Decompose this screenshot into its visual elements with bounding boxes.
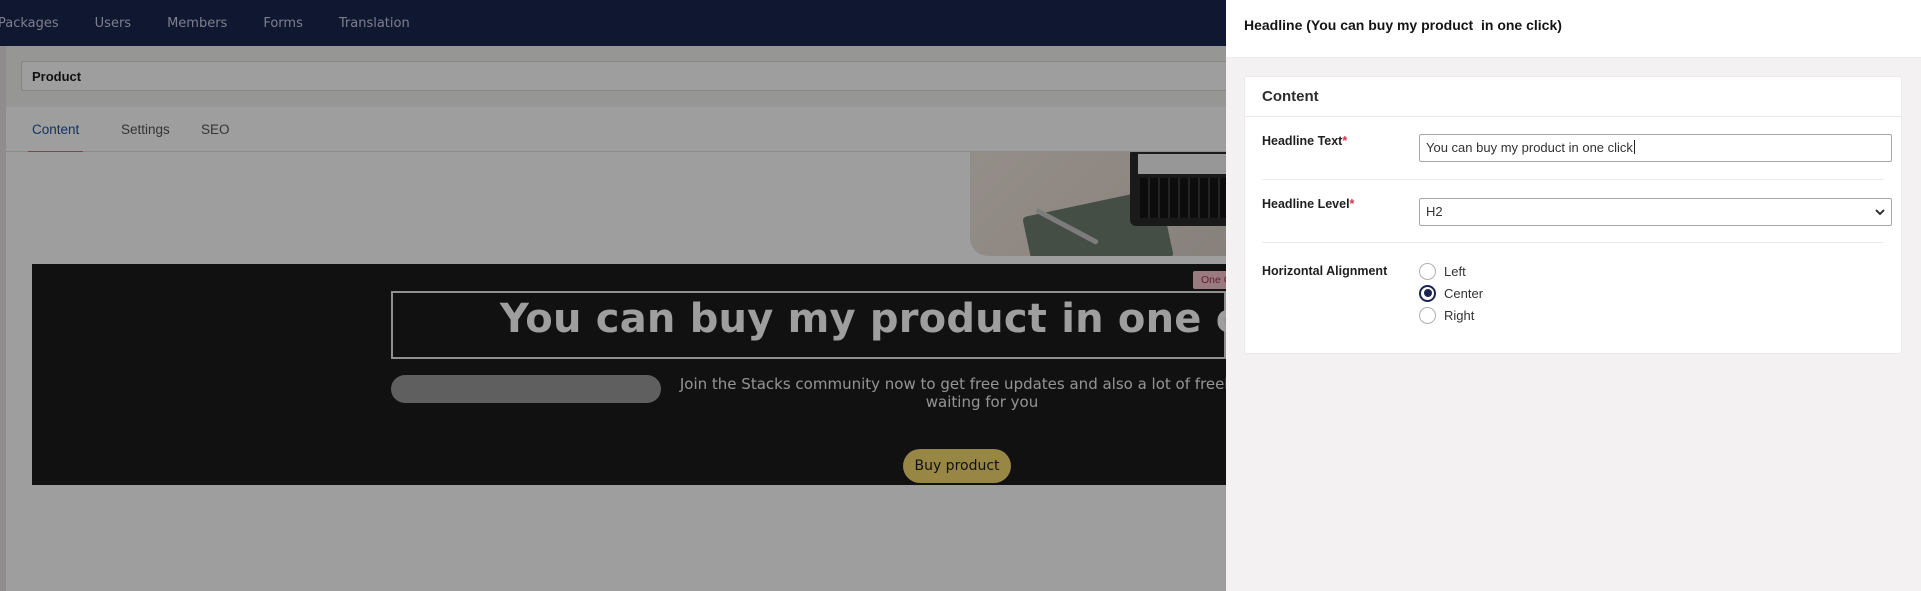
headline-text-row: Headline Text* You can buy my product in…: [1262, 117, 1892, 180]
headline-text-input[interactable]: You can buy my product in one click: [1419, 134, 1892, 162]
content-card: Content Headline Text* You can buy my pr…: [1244, 76, 1902, 354]
headline-level-value: H2: [1426, 204, 1443, 219]
alignment-center-label: Center: [1444, 285, 1484, 301]
panel-title: Headline (You can buy my product in one …: [1244, 17, 1562, 33]
required-mark: *: [1349, 197, 1355, 211]
alignment-option-right[interactable]: Right: [1419, 305, 1474, 325]
chevron-down-icon: [1875, 199, 1885, 234]
alignment-left-label: Left: [1444, 263, 1466, 279]
headline-text-value: You can buy my product in one click: [1426, 140, 1633, 155]
required-mark: *: [1342, 134, 1348, 148]
text-caret: [1633, 140, 1635, 154]
properties-panel: Headline (You can buy my product in one …: [1226, 0, 1921, 591]
modal-overlay[interactable]: [0, 0, 1226, 591]
card-title: Content: [1245, 77, 1901, 117]
alignment-option-center[interactable]: Center: [1419, 283, 1483, 303]
radio-left[interactable]: [1419, 262, 1436, 280]
radio-right[interactable]: [1419, 306, 1436, 324]
horizontal-alignment-row: Horizontal Alignment Left Center Right: [1262, 243, 1884, 343]
panel-header: Headline (You can buy my product in one …: [1226, 0, 1921, 58]
alignment-right-label: Right: [1444, 307, 1475, 323]
radio-center[interactable]: [1419, 284, 1436, 302]
alignment-option-left[interactable]: Left: [1419, 261, 1466, 281]
headline-text-label-text: Headline Text: [1262, 134, 1343, 148]
headline-level-select[interactable]: H2: [1419, 198, 1892, 226]
headline-level-label: Headline Level*: [1262, 197, 1354, 211]
horizontal-alignment-label: Horizontal Alignment: [1262, 264, 1388, 278]
headline-text-label: Headline Text*: [1262, 134, 1347, 148]
headline-level-row: Headline Level* H2: [1262, 180, 1892, 243]
headline-level-label-text: Headline Level: [1262, 197, 1350, 211]
